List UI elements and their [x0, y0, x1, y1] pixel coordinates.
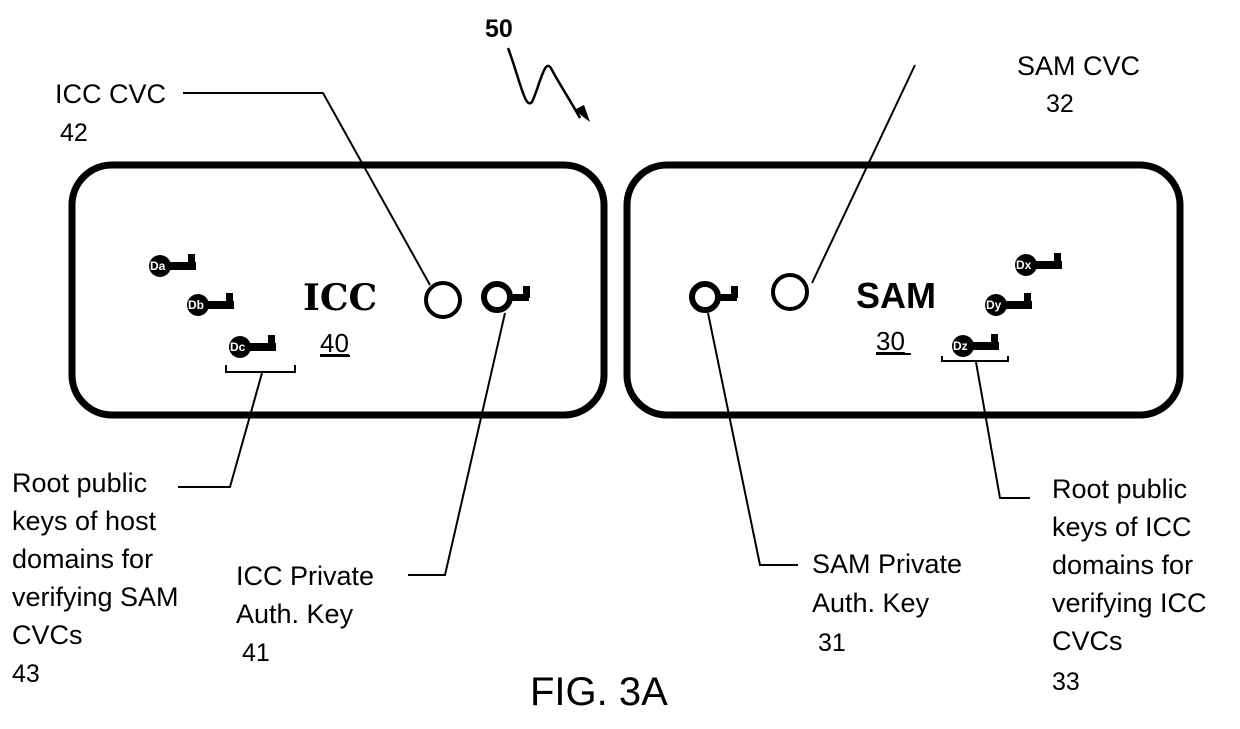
system-squiggle — [506, 47, 582, 119]
svg-text:verifying ICC: verifying ICC — [1052, 588, 1207, 618]
icc-domain-key-c: Dc — [229, 335, 276, 358]
sam-private-key-icon — [692, 284, 738, 310]
sam-private-key-label-line1: SAM Private — [812, 549, 962, 579]
sam-root-keys-leader — [975, 361, 1030, 499]
svg-text:verifying SAM: verifying SAM — [12, 582, 179, 612]
sam-private-key-label-line2: Auth. Key — [812, 588, 930, 618]
svg-text:keys of ICC: keys of ICC — [1052, 512, 1192, 542]
icc-device-ref: 40 — [320, 328, 349, 358]
sam-cvc-leader — [811, 64, 916, 284]
domain-key-label: Db — [188, 298, 204, 312]
sam-domain-key-x: Dx — [1015, 253, 1062, 276]
svg-text:domains for: domains for — [1052, 550, 1193, 580]
icc-cvc-label: ICC CVC — [55, 79, 166, 109]
icc-cvc-ref: 42 — [60, 119, 88, 147]
sam-root-keys-label: Root public keys of ICC domains for veri… — [1052, 474, 1207, 656]
patent-diagram: 50 Da Db Dc ICC 40 SAM 30 Dx Dy Dz ICC C… — [12, 15, 1207, 714]
domain-key-label: Dy — [986, 298, 1002, 312]
sam-private-key-ref: 31 — [818, 629, 846, 657]
sam-root-keys-ref: 33 — [1052, 668, 1080, 696]
figure-caption: FIG. 3A — [530, 670, 668, 714]
icc-root-keys-leader — [178, 372, 263, 488]
sam-cvc-icon — [771, 273, 809, 311]
svg-text:keys of host: keys of host — [12, 506, 157, 536]
icc-root-keys-bracket — [225, 365, 296, 373]
icc-device-name: ICC — [303, 277, 377, 319]
svg-text:Root public: Root public — [1052, 474, 1187, 504]
icc-root-keys-ref: 43 — [12, 660, 40, 688]
icc-cvc-leader — [183, 92, 431, 286]
sam-domain-key-y: Dy — [985, 293, 1032, 316]
domain-key-label: Dx — [1016, 258, 1032, 272]
svg-text:domains for: domains for — [12, 544, 153, 574]
icc-root-keys-label: Root public keys of host domains for ver… — [12, 468, 179, 650]
system-ref: 50 — [485, 15, 513, 43]
domain-key-label: Da — [150, 259, 166, 273]
icc-cvc-icon — [424, 281, 462, 319]
sam-private-key-leader — [707, 312, 798, 566]
sam-device-name: SAM — [856, 275, 936, 316]
svg-text:CVCs: CVCs — [12, 620, 83, 650]
sam-cvc-ref: 32 — [1046, 90, 1074, 118]
sam-domain-key-z: Dz — [952, 334, 999, 357]
icc-domain-key-a: Da — [149, 254, 196, 277]
sam-root-keys-bracket — [941, 356, 1009, 362]
icc-domain-key-b: Db — [187, 293, 234, 316]
svg-text:Root public: Root public — [12, 468, 147, 498]
sam-cvc-label: SAM CVC — [1017, 51, 1140, 81]
icc-private-key-label-line2: Auth. Key — [236, 599, 354, 629]
domain-key-label: Dz — [953, 339, 968, 353]
domain-key-label: Dc — [230, 340, 246, 354]
icc-private-key-leader — [408, 312, 506, 576]
sam-device-ref: 30 — [876, 326, 905, 356]
icc-private-key-icon — [484, 284, 530, 310]
svg-text:CVCs: CVCs — [1052, 626, 1123, 656]
icc-private-key-ref: 41 — [242, 639, 270, 667]
icc-private-key-label-line1: ICC Private — [236, 561, 374, 591]
